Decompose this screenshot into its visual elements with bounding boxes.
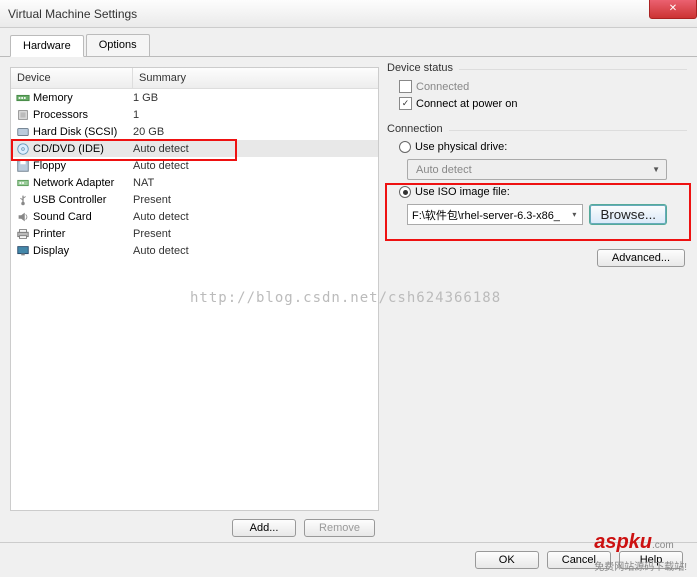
- device-summary: 1: [133, 109, 139, 121]
- sound-icon: [15, 210, 31, 224]
- physical-drive-radio[interactable]: [399, 141, 411, 153]
- device-name: Floppy: [33, 160, 133, 172]
- harddisk-icon: [15, 125, 31, 139]
- device-summary: Present: [133, 194, 171, 206]
- table-row[interactable]: Network Adapter NAT: [11, 174, 378, 191]
- device-name: Display: [33, 245, 133, 257]
- group-title: Device status: [387, 62, 459, 74]
- chevron-down-icon[interactable]: ▾: [570, 210, 578, 219]
- memory-icon: [15, 91, 31, 105]
- device-summary: Auto detect: [133, 160, 189, 172]
- device-table: Device Summary Memory 1 GB Processors 1 …: [10, 67, 379, 511]
- connected-checkbox[interactable]: [399, 80, 412, 93]
- device-name: Printer: [33, 228, 133, 240]
- add-button[interactable]: Add...: [232, 519, 296, 537]
- close-button[interactable]: ✕: [649, 0, 697, 19]
- tab-options[interactable]: Options: [86, 34, 150, 56]
- titlebar: Virtual Machine Settings ✕: [0, 0, 697, 28]
- device-summary: Auto detect: [133, 245, 189, 257]
- device-summary: Present: [133, 228, 171, 240]
- hardware-panel: Device Summary Memory 1 GB Processors 1 …: [10, 67, 379, 537]
- col-header-summary[interactable]: Summary: [133, 68, 378, 88]
- remove-button[interactable]: Remove: [304, 519, 375, 537]
- device-name: Network Adapter: [33, 177, 133, 189]
- settings-panel: Device status Connected ✓ Connect at pow…: [387, 67, 687, 537]
- connect-poweron-label: Connect at power on: [416, 98, 518, 110]
- table-row[interactable]: Memory 1 GB: [11, 89, 378, 106]
- physical-drive-label: Use physical drive:: [415, 141, 507, 153]
- device-summary: 20 GB: [133, 126, 164, 138]
- iso-path-value: F:\软件包\rhel-server-6.3-x86_: [412, 207, 570, 223]
- device-name: Sound Card: [33, 211, 133, 223]
- network-icon: [15, 176, 31, 190]
- window-title: Virtual Machine Settings: [8, 7, 137, 21]
- table-row[interactable]: Sound Card Auto detect: [11, 208, 378, 225]
- table-header: Device Summary: [11, 68, 378, 89]
- dropdown-value: Auto detect: [412, 164, 650, 176]
- dialog-buttons: OK Cancel Help: [0, 542, 697, 577]
- tab-strip: Hardware Options: [0, 28, 697, 57]
- col-header-device[interactable]: Device: [11, 68, 133, 88]
- device-summary: Auto detect: [133, 143, 189, 155]
- iso-path-input[interactable]: F:\软件包\rhel-server-6.3-x86_ ▾: [407, 204, 583, 225]
- connection-group: Connection Use physical drive: Auto dete…: [387, 130, 687, 239]
- connected-label: Connected: [416, 81, 469, 93]
- chevron-down-icon: ▼: [650, 165, 662, 174]
- table-row[interactable]: Hard Disk (SCSI) 20 GB: [11, 123, 378, 140]
- device-name: Hard Disk (SCSI): [33, 126, 133, 138]
- table-row[interactable]: USB Controller Present: [11, 191, 378, 208]
- connect-poweron-checkbox[interactable]: ✓: [399, 97, 412, 110]
- device-summary: 1 GB: [133, 92, 158, 104]
- table-row[interactable]: Display Auto detect: [11, 242, 378, 259]
- table-row[interactable]: Printer Present: [11, 225, 378, 242]
- device-summary: NAT: [133, 177, 154, 189]
- floppy-icon: [15, 159, 31, 173]
- device-summary: Auto detect: [133, 211, 189, 223]
- tab-hardware[interactable]: Hardware: [10, 35, 84, 57]
- display-icon: [15, 244, 31, 258]
- group-title: Connection: [387, 123, 449, 135]
- cpu-icon: [15, 108, 31, 122]
- device-name: Memory: [33, 92, 133, 104]
- close-icon: ✕: [669, 3, 677, 14]
- iso-label: Use ISO image file:: [415, 186, 510, 198]
- advanced-button[interactable]: Advanced...: [597, 249, 685, 267]
- table-row[interactable]: Processors 1: [11, 106, 378, 123]
- table-row[interactable]: CD/DVD (IDE) Auto detect: [11, 140, 378, 157]
- physical-drive-dropdown: Auto detect ▼: [407, 159, 667, 180]
- device-name: Processors: [33, 109, 133, 121]
- browse-button[interactable]: Browse...: [589, 204, 667, 225]
- cddvd-icon: [15, 142, 31, 156]
- table-row[interactable]: Floppy Auto detect: [11, 157, 378, 174]
- help-button[interactable]: Help: [619, 551, 683, 569]
- ok-button[interactable]: OK: [475, 551, 539, 569]
- printer-icon: [15, 227, 31, 241]
- device-name: USB Controller: [33, 194, 133, 206]
- device-status-group: Device status Connected ✓ Connect at pow…: [387, 69, 687, 126]
- usb-icon: [15, 193, 31, 207]
- cancel-button[interactable]: Cancel: [547, 551, 611, 569]
- iso-radio[interactable]: [399, 186, 411, 198]
- device-name: CD/DVD (IDE): [33, 143, 133, 155]
